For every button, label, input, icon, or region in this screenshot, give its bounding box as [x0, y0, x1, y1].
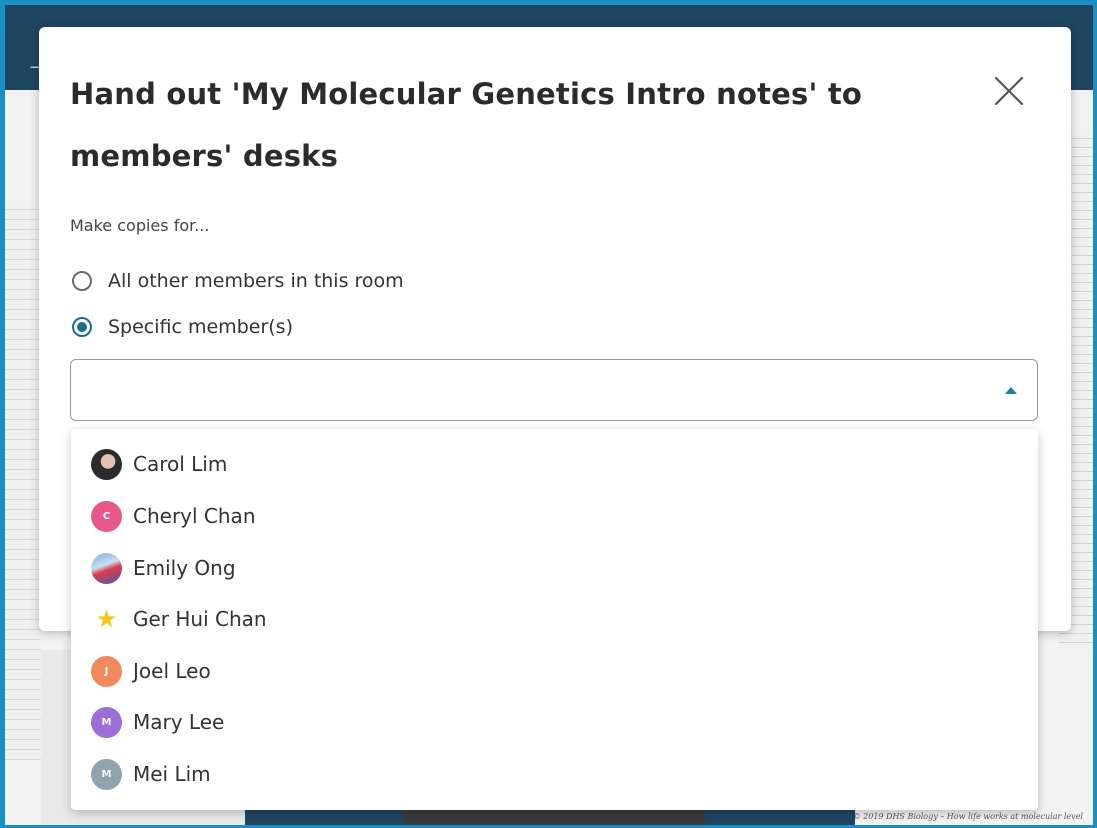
member-name[interactable]: Mei Lim — [133, 762, 211, 786]
avatar: M — [91, 706, 122, 738]
member-dropdown-list: Carol Lim C Cheryl Chan Emily Ong ★ Ger … — [71, 429, 1038, 810]
member-name[interactable]: Carol Lim — [133, 452, 227, 476]
option-all-members-label[interactable]: All other members in this room — [108, 270, 404, 292]
option-specific-members[interactable]: Specific member(s) — [72, 316, 293, 338]
avatar: J — [91, 655, 122, 687]
option-specific-members-label[interactable]: Specific member(s) — [108, 316, 293, 338]
radio-all-members[interactable] — [72, 271, 92, 291]
make-copies-label: Make copies for... — [70, 216, 210, 235]
dialog-title: Hand out 'My Molecular Genetics Intro no… — [70, 77, 863, 173]
member-option[interactable]: M Mary Lee — [71, 697, 1038, 747]
avatar — [91, 552, 122, 584]
star-icon: ★ — [95, 605, 118, 633]
radio-specific-members[interactable] — [72, 317, 92, 337]
member-option[interactable]: ★ Ger Hui Chan — [71, 594, 1038, 644]
close-icon[interactable] — [989, 71, 1029, 111]
avatar: M — [91, 758, 122, 790]
avatar: C — [91, 500, 122, 532]
member-select[interactable] — [70, 359, 1038, 421]
document-footer: © 2019 DHS Biology – How life works at m… — [852, 812, 1083, 821]
avatar — [91, 448, 122, 480]
member-option[interactable]: C Cheryl Chan — [71, 491, 1038, 541]
member-name[interactable]: Joel Leo — [133, 659, 211, 683]
member-option[interactable]: M Mei Lim — [71, 749, 1038, 799]
member-option[interactable]: J Joel Leo — [71, 646, 1038, 696]
scanned-notes-left — [5, 200, 41, 760]
option-all-members[interactable]: All other members in this room — [72, 270, 404, 292]
member-option[interactable]: Emily Ong — [71, 543, 1038, 593]
member-name[interactable]: Mary Lee — [133, 710, 224, 734]
close-button[interactable] — [989, 71, 1029, 111]
member-name[interactable]: Cheryl Chan — [133, 504, 256, 528]
member-name[interactable]: Emily Ong — [133, 556, 236, 580]
member-option[interactable]: Carol Lim — [71, 439, 1038, 489]
caret-up-icon[interactable] — [1005, 387, 1017, 394]
member-name[interactable]: Ger Hui Chan — [133, 607, 267, 631]
